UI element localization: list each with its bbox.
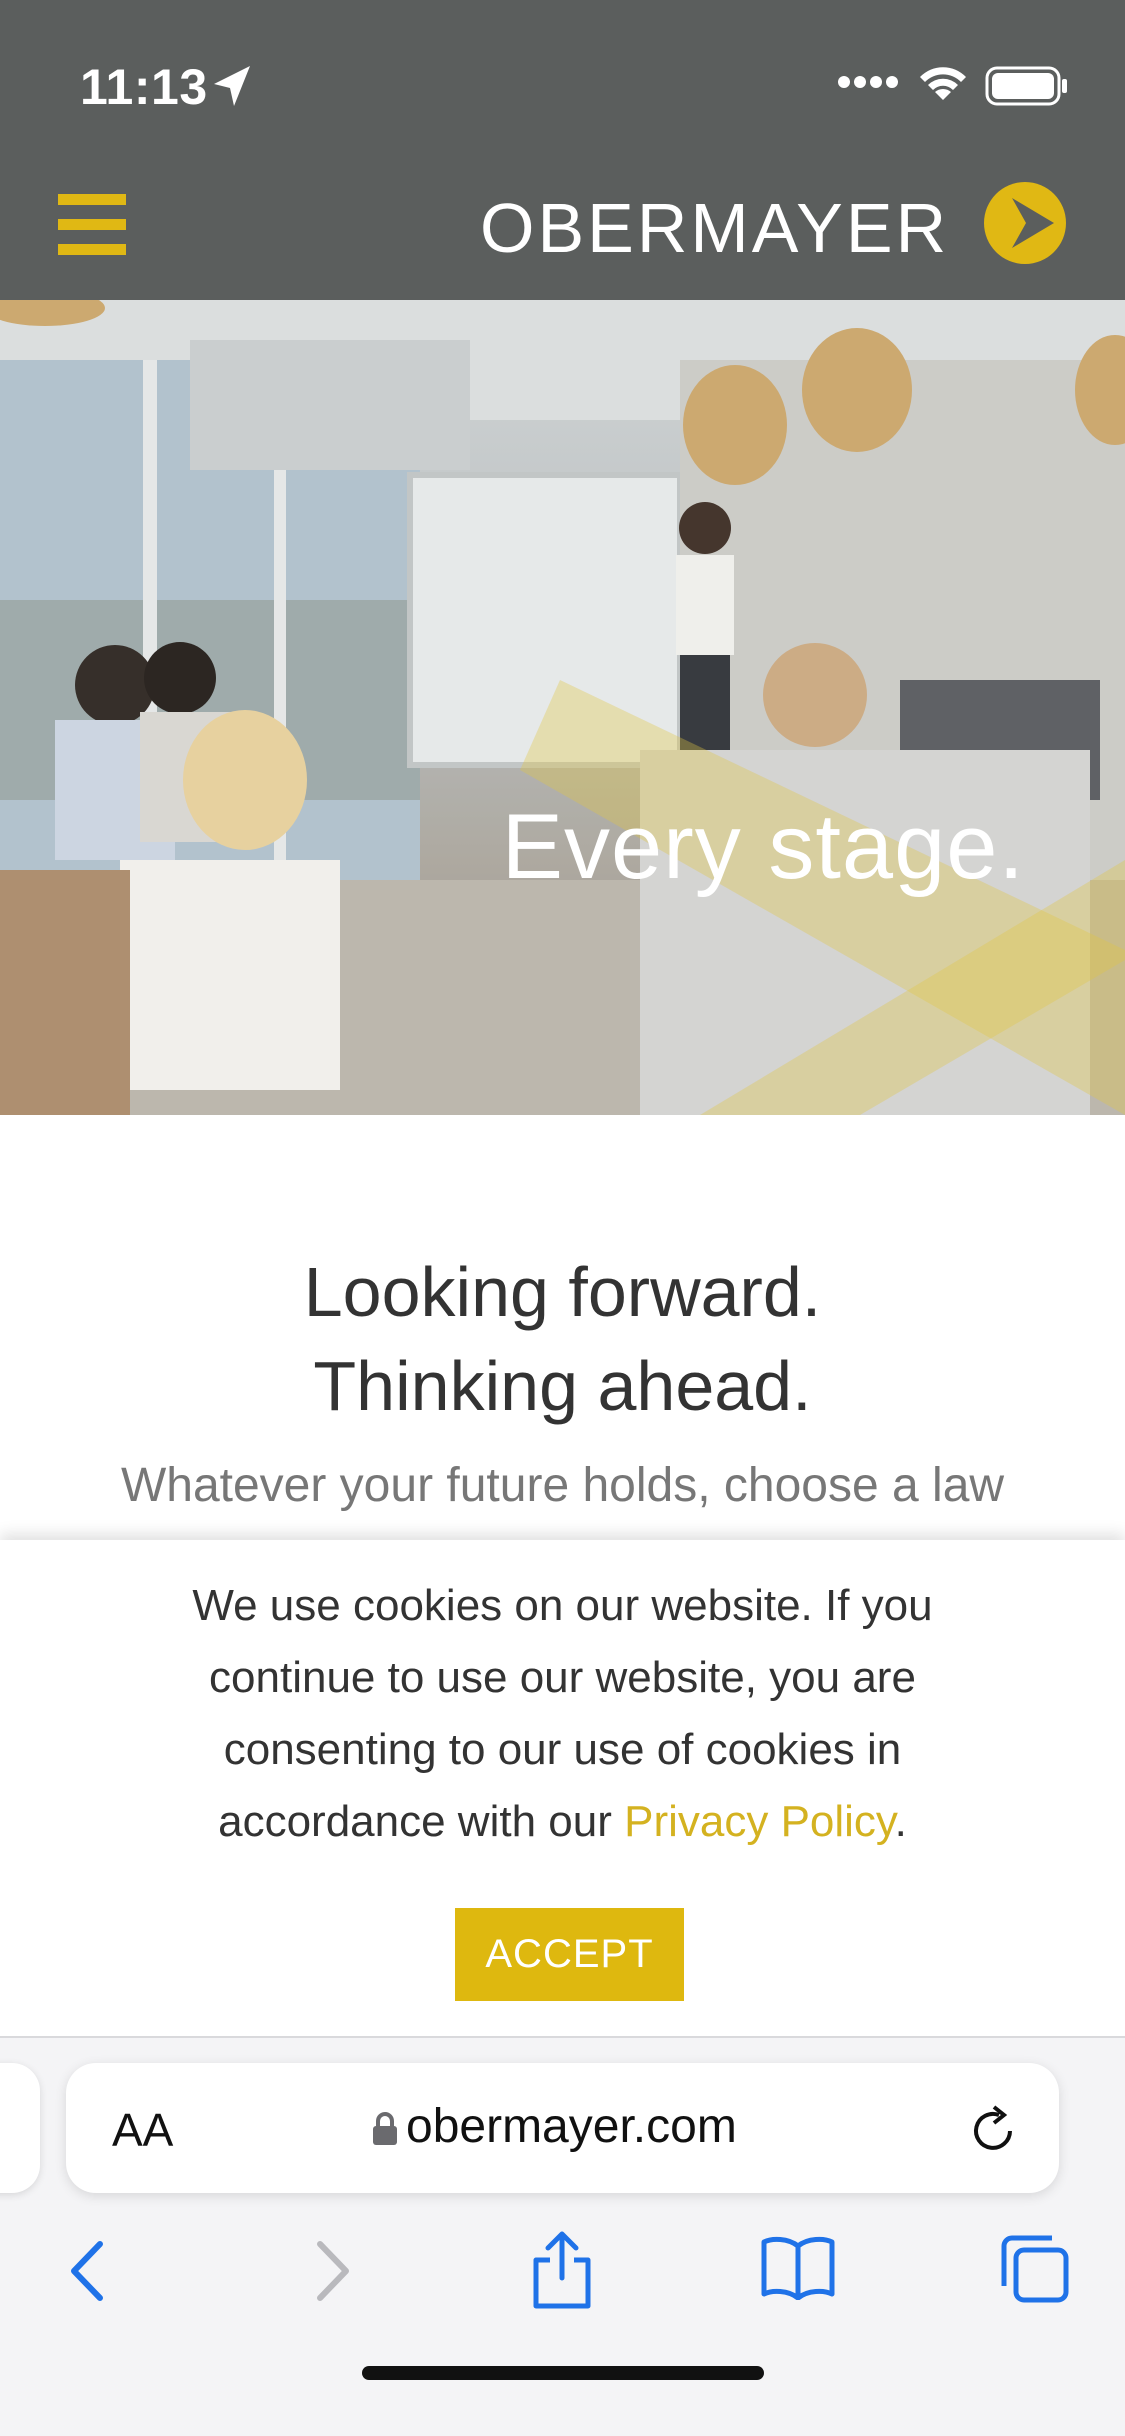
forward-arrow-icon[interactable] [310,2238,354,2304]
battery-icon [985,66,1067,106]
reload-icon[interactable] [966,2101,1020,2157]
privacy-policy-link[interactable]: Privacy Policy [624,1797,895,1846]
meeting-photo [0,300,1125,1115]
home-indicator[interactable] [362,2366,764,2380]
cellular-signal-icon [838,76,898,88]
address-bar[interactable]: AA obermayer.com [66,2063,1059,2193]
brand-logo-text[interactable]: OBERMAYER [480,188,949,268]
wifi-icon [920,67,966,100]
tabs-icon[interactable] [998,2232,1072,2306]
share-icon[interactable] [528,2230,596,2310]
cookie-banner: We use cookies on our website. If you co… [0,1540,1125,2040]
headline-line-1: Looking forward. [303,1253,822,1331]
hero-tagline: Every stage. [501,796,1025,898]
url-text: obermayer.com [406,2100,737,2153]
accept-cookies-button[interactable]: ACCEPT [455,1908,684,2001]
headline-line-2: Thinking ahead. [313,1347,812,1425]
location-arrow-icon [214,66,250,106]
intro-headline: Looking forward. Thinking ahead. [0,1245,1125,1433]
play-logo-icon[interactable] [982,180,1068,266]
status-time: 11:13 [80,59,208,115]
lock-icon [373,2112,397,2145]
site-header: 11:13 OBERMAYER [0,0,1125,300]
text-size-button[interactable]: AA [112,2103,173,2157]
bookmarks-icon[interactable] [760,2236,836,2300]
menu-hamburger-icon[interactable] [58,194,126,256]
cookie-suffix: . [894,1797,907,1846]
cookie-message: We use cookies on our website. If you co… [110,1570,1015,1858]
intro-lead: Whatever your future holds, choose a law [120,1459,1005,1512]
previous-tab-peek[interactable] [0,2063,40,2193]
back-arrow-icon[interactable] [66,2238,110,2304]
hero-image: Every stage. [0,300,1125,1115]
